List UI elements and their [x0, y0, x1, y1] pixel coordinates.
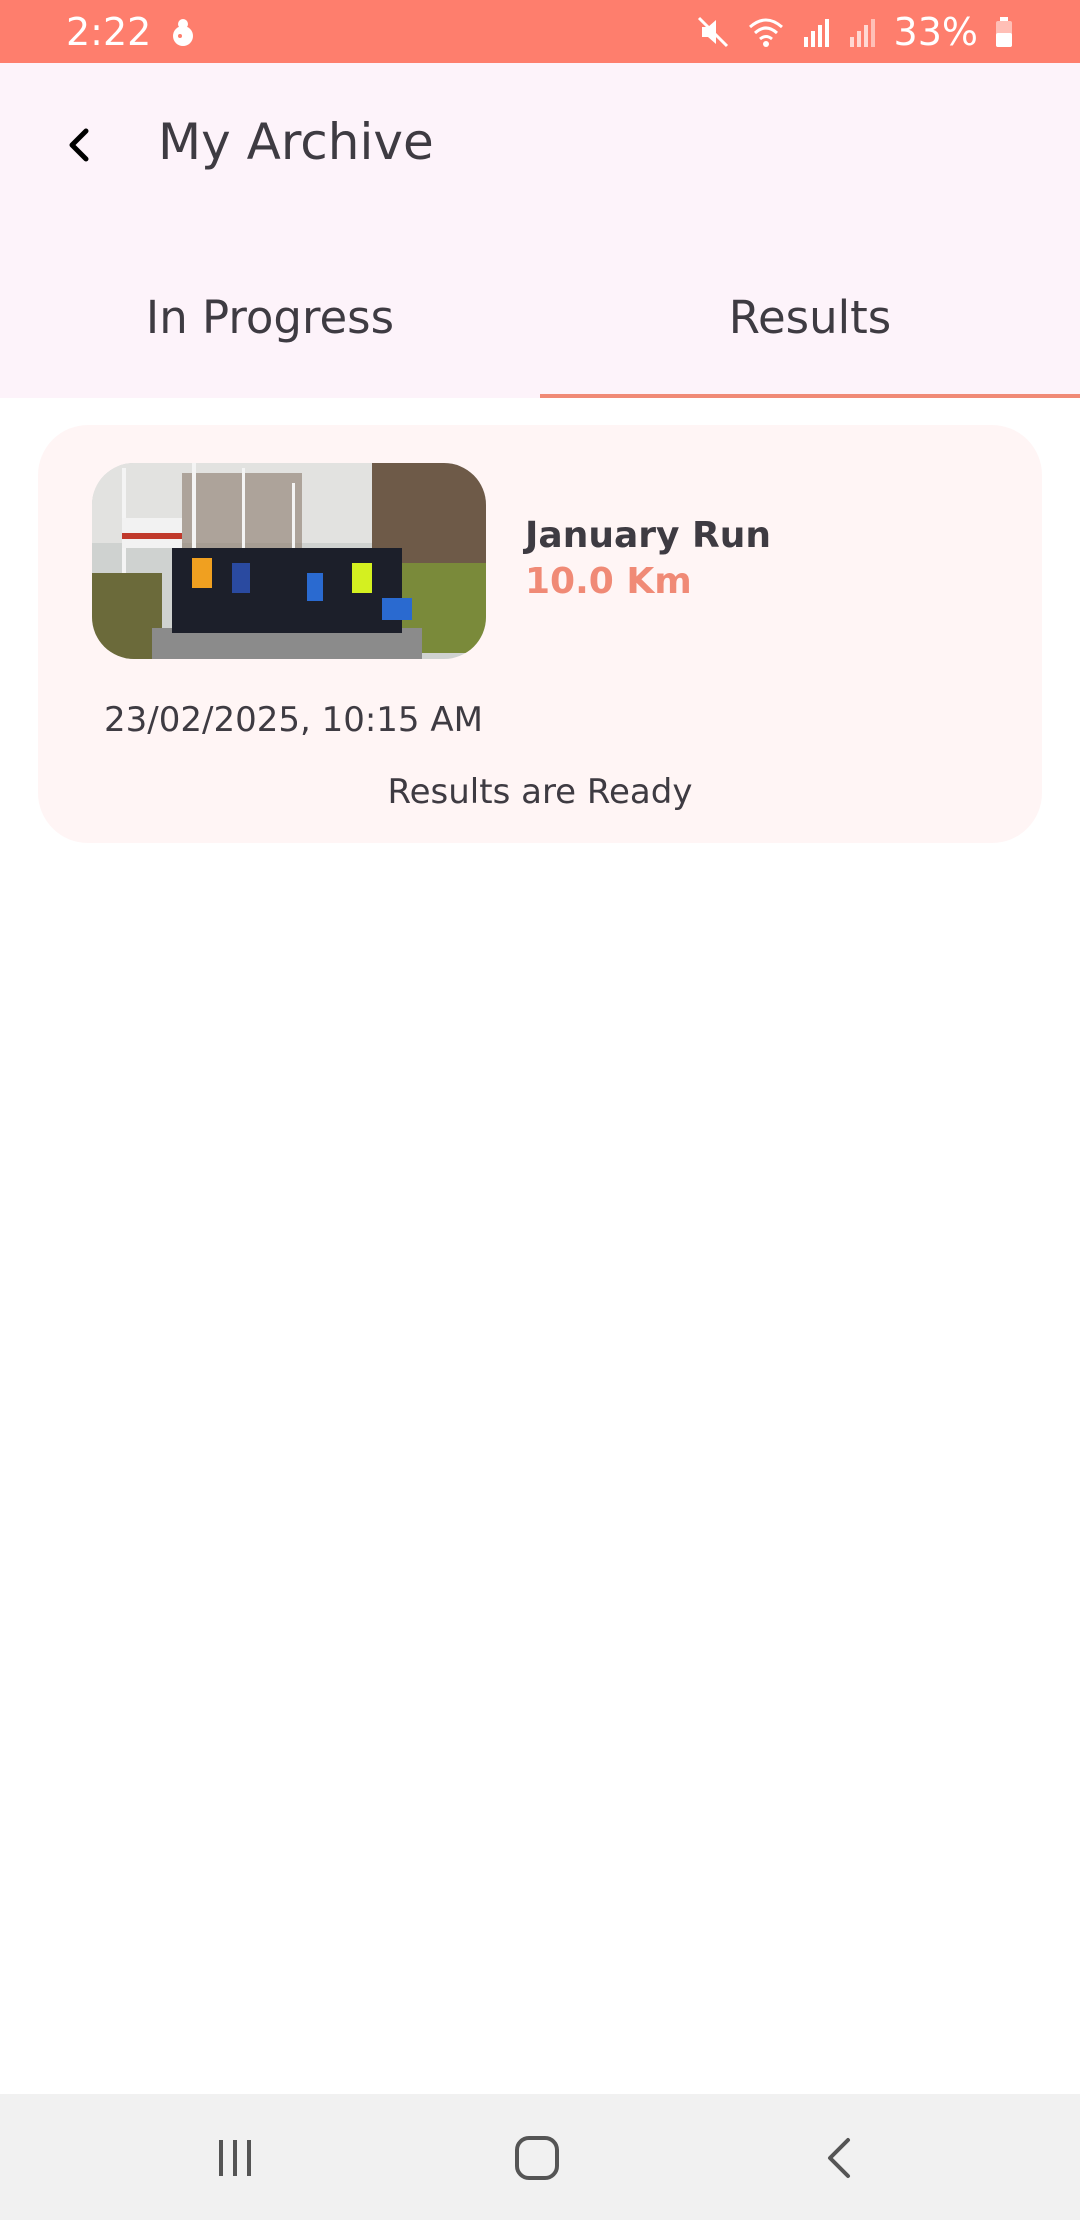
- event-datetime: 23/02/2025, 10:15 AM: [104, 700, 483, 740]
- recent-apps-button[interactable]: [200, 2128, 270, 2188]
- home-button[interactable]: [502, 2128, 572, 2188]
- home-icon: [515, 2136, 559, 2180]
- status-bar: 2:22 33%: [0, 0, 1080, 63]
- result-card[interactable]: January Run 10.0 Km 23/02/2025, 10:15 AM…: [38, 425, 1042, 843]
- tab-in-progress[interactable]: In Progress: [0, 263, 540, 398]
- event-status: Results are Ready: [387, 772, 693, 812]
- wifi-icon: [746, 15, 786, 49]
- back-arrow-icon: [69, 128, 89, 162]
- mascot-icon: [169, 16, 197, 48]
- back-icon: [828, 2138, 850, 2178]
- page-title: My Archive: [158, 113, 434, 171]
- event-name: January Run: [525, 515, 771, 556]
- status-right: 33%: [696, 10, 1014, 54]
- event-distance: 10.0 Km: [525, 561, 692, 602]
- back-nav-button[interactable]: [805, 2128, 875, 2188]
- app-header: My Archive In Progress Results: [0, 63, 1080, 398]
- back-button[interactable]: [50, 115, 110, 175]
- signal-icon-2: [848, 15, 878, 49]
- event-thumbnail: [92, 463, 486, 659]
- recent-apps-icon: [219, 2140, 251, 2176]
- tab-label: Results: [728, 291, 892, 344]
- tab-bar: In Progress Results: [0, 263, 1080, 398]
- tab-label: In Progress: [145, 291, 395, 344]
- mute-icon: [696, 15, 730, 49]
- battery-icon: [994, 15, 1014, 49]
- status-time: 2:22: [66, 9, 152, 54]
- toolbar: My Archive: [0, 63, 1080, 233]
- battery-percentage: 33%: [893, 9, 978, 54]
- signal-icon: [802, 15, 832, 49]
- tab-results[interactable]: Results: [540, 263, 1080, 398]
- system-nav-bar: [0, 2094, 1080, 2220]
- status-left: 2:22: [66, 10, 197, 54]
